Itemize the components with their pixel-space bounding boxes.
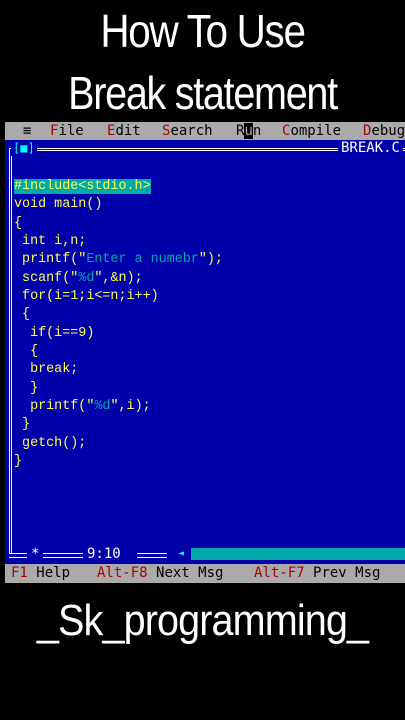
turbo-c-ide: ≡ File Edit Search Run Compile Debug [■]… — [5, 122, 405, 583]
help-label: Prev Msg — [313, 565, 381, 581]
code-line: { — [14, 307, 31, 323]
code-line: } — [14, 417, 31, 433]
help-item-f1[interactable]: F1 Help — [11, 564, 70, 583]
menu-run-hotkey: u — [244, 123, 253, 139]
horizontal-scrollbar[interactable]: ◄ — [171, 548, 405, 560]
code-line: { — [14, 215, 23, 231]
code-line: #include<stdio.h> — [14, 179, 151, 194]
code-line: void main() — [14, 197, 103, 213]
code-area[interactable]: #include<stdio.h> void main() { int i,n;… — [14, 178, 223, 472]
status-divider — [9, 553, 27, 558]
code-line: { — [14, 344, 39, 360]
code-line: printf("Enter a numebr"); — [14, 252, 223, 268]
menu-compile-label: ompile — [290, 123, 342, 139]
code-line: getch(); — [14, 435, 87, 451]
cursor-position: 9:10 — [87, 546, 121, 562]
scroll-left-arrow-icon[interactable]: ◄ — [171, 548, 191, 560]
title-line-1: How To Use — [100, 5, 306, 57]
code-line: printf("%d",i); — [14, 399, 151, 415]
status-divider — [43, 553, 83, 558]
menu-debug-label: ebug — [371, 123, 405, 139]
help-label: Help — [36, 565, 71, 581]
code-line: int i,n; — [14, 234, 87, 250]
system-menu-icon[interactable]: ≡ — [23, 122, 31, 140]
menu-search[interactable]: Search — [162, 122, 213, 140]
help-item-next-msg[interactable]: Alt-F8 Next Msg — [97, 564, 223, 583]
help-key: Alt-F7 — [254, 565, 305, 581]
editor-status-line: * 9:10 ◄ — [9, 546, 405, 562]
channel-brand: _Sk_programming_ — [36, 596, 369, 645]
status-divider — [137, 553, 167, 558]
code-line: if(i==9) — [14, 325, 95, 341]
code-line: break; — [14, 362, 79, 378]
menu-debug[interactable]: Debug — [363, 122, 405, 140]
menu-bar: ≡ File Edit Search Run Compile Debug — [5, 122, 405, 140]
modified-marker: * — [31, 546, 40, 562]
menu-run-label: n — [252, 123, 262, 139]
menu-file[interactable]: File — [50, 122, 84, 140]
code-line: scanf("%d",&n); — [14, 270, 143, 286]
code-line: for(i=1;i<=n;i++) — [14, 289, 159, 305]
help-label: Next Msg — [156, 565, 224, 581]
help-key: F1 — [11, 565, 28, 581]
code-line: } — [14, 454, 23, 470]
help-item-prev-msg[interactable]: Alt-F7 Prev Msg — [254, 564, 380, 583]
menu-search-label: earch — [170, 123, 213, 139]
menu-run[interactable]: Run — [236, 122, 261, 140]
menu-compile[interactable]: Compile — [282, 122, 341, 140]
menu-edit-label: dit — [115, 123, 141, 139]
close-window-button[interactable]: [■] — [11, 140, 37, 156]
editor-window[interactable]: [■] BREAK.C #include<stdio.h> void main(… — [5, 140, 405, 564]
title-line-2: Break statement — [68, 67, 338, 119]
help-key: Alt-F8 — [97, 565, 148, 581]
menu-file-label: ile — [58, 123, 84, 139]
file-name: BREAK.C — [337, 140, 403, 156]
menu-edit[interactable]: Edit — [107, 122, 141, 140]
help-bar: F1 Help Alt-F8 Next Msg Alt-F7 Prev Msg — [5, 564, 405, 583]
code-line: } — [14, 380, 39, 396]
